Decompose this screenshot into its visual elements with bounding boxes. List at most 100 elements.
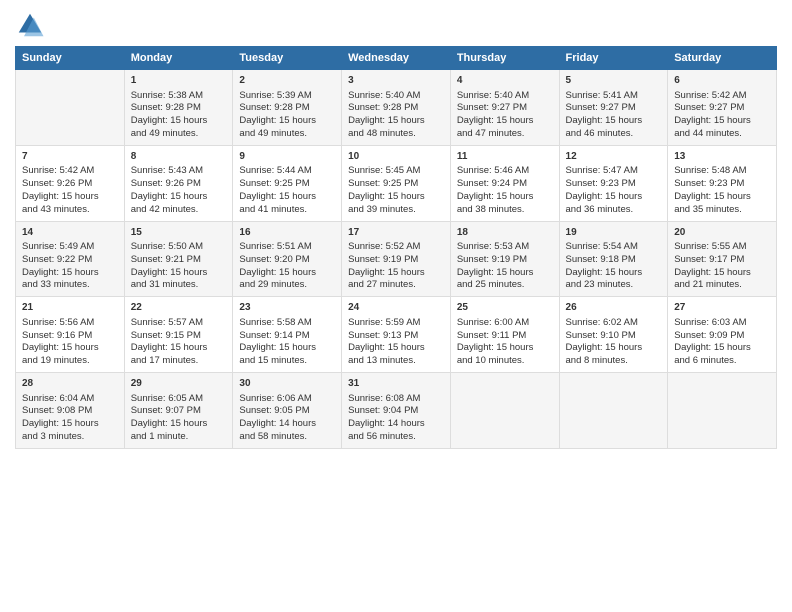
day-info: Sunset: 9:08 PM: [22, 405, 118, 418]
calendar-cell: [16, 70, 125, 146]
day-info: and 46 minutes.: [566, 128, 662, 141]
day-info: Sunrise: 5:42 AM: [674, 90, 770, 103]
calendar-cell: 24Sunrise: 5:59 AMSunset: 9:13 PMDayligh…: [342, 297, 451, 373]
day-info: Sunset: 9:14 PM: [239, 330, 335, 343]
day-info: and 23 minutes.: [566, 279, 662, 292]
logo-icon: [15, 10, 45, 40]
day-info: Daylight: 15 hours: [131, 418, 227, 431]
day-info: Sunset: 9:27 PM: [566, 102, 662, 115]
day-info: Sunrise: 5:58 AM: [239, 317, 335, 330]
day-info: Sunset: 9:26 PM: [22, 178, 118, 191]
day-info: Daylight: 15 hours: [674, 267, 770, 280]
day-info: Sunset: 9:13 PM: [348, 330, 444, 343]
day-info: Daylight: 15 hours: [674, 115, 770, 128]
calendar-cell: [559, 373, 668, 449]
day-info: and 15 minutes.: [239, 355, 335, 368]
day-number: 1: [131, 74, 227, 88]
day-info: and 13 minutes.: [348, 355, 444, 368]
day-number: 7: [22, 150, 118, 164]
day-info: Sunrise: 5:59 AM: [348, 317, 444, 330]
calendar-cell: 21Sunrise: 5:56 AMSunset: 9:16 PMDayligh…: [16, 297, 125, 373]
day-info: and 33 minutes.: [22, 279, 118, 292]
day-info: Daylight: 15 hours: [348, 115, 444, 128]
calendar-cell: [668, 373, 777, 449]
calendar-cell: 28Sunrise: 6:04 AMSunset: 9:08 PMDayligh…: [16, 373, 125, 449]
day-info: and 27 minutes.: [348, 279, 444, 292]
day-info: Daylight: 15 hours: [131, 267, 227, 280]
week-row-4: 21 Sunrise: 5:56 AMSunset: 9:16 PM Dayligh…: [16, 297, 777, 373]
day-info: Sunset: 9:27 PM: [457, 102, 553, 115]
day-info: Sunrise: 5:55 AM: [674, 241, 770, 254]
day-info: Daylight: 15 hours: [348, 267, 444, 280]
day-info: Sunrise: 6:05 AM: [131, 393, 227, 406]
page: SundayMondayTuesdayWednesdayThursdayFrid…: [0, 0, 792, 612]
day-number: 5: [566, 74, 662, 88]
day-number: 12: [566, 150, 662, 164]
day-info: Sunset: 9:10 PM: [566, 330, 662, 343]
week-row-2: 7Sunrise: 5:42 AMSunset: 9:26 PM Daylight…: [16, 145, 777, 221]
day-info: Sunrise: 5:40 AM: [348, 90, 444, 103]
day-info: Sunset: 9:05 PM: [239, 405, 335, 418]
day-info: Daylight: 15 hours: [131, 191, 227, 204]
day-info: Sunset: 9:04 PM: [348, 405, 444, 418]
header-saturday: Saturday: [668, 47, 777, 70]
calendar-cell: 20Sunrise: 5:55 AMSunset: 9:17 PMDayligh…: [668, 221, 777, 297]
day-info: and 3 minutes.: [22, 431, 118, 444]
calendar-cell: 6Sunrise: 5:42 AMSunset: 9:27 PMDaylight…: [668, 70, 777, 146]
day-info: Daylight: 15 hours: [457, 191, 553, 204]
calendar-cell: 8Sunrise: 5:43 AMSunset: 9:26 PMDaylight…: [124, 145, 233, 221]
day-number: 2: [239, 74, 335, 88]
calendar-cell: 7Sunrise: 5:42 AMSunset: 9:26 PMDaylight…: [16, 145, 125, 221]
day-info: Sunset: 9:17 PM: [674, 254, 770, 267]
day-info: Daylight: 15 hours: [239, 191, 335, 204]
day-info: Sunrise: 5:44 AM: [239, 165, 335, 178]
day-info: Daylight: 15 hours: [239, 342, 335, 355]
calendar-table: SundayMondayTuesdayWednesdayThursdayFrid…: [15, 46, 777, 449]
day-number: 6: [674, 74, 770, 88]
day-number: 22: [131, 301, 227, 315]
day-info: Sunrise: 5:52 AM: [348, 241, 444, 254]
day-info: Daylight: 15 hours: [239, 115, 335, 128]
day-info: and 17 minutes.: [131, 355, 227, 368]
day-info: Daylight: 15 hours: [674, 191, 770, 204]
day-info: and 21 minutes.: [674, 279, 770, 292]
day-info: Sunset: 9:23 PM: [566, 178, 662, 191]
day-number: 8: [131, 150, 227, 164]
calendar-cell: 5Sunrise: 5:41 AMSunset: 9:27 PMDaylight…: [559, 70, 668, 146]
logo: [15, 10, 49, 40]
calendar-cell: 3Sunrise: 5:40 AMSunset: 9:28 PMDaylight…: [342, 70, 451, 146]
day-number: 15: [131, 226, 227, 240]
calendar-cell: 19Sunrise: 5:54 AMSunset: 9:18 PMDayligh…: [559, 221, 668, 297]
day-info: Sunrise: 5:42 AM: [22, 165, 118, 178]
day-info: Sunset: 9:07 PM: [131, 405, 227, 418]
day-info: Daylight: 15 hours: [457, 267, 553, 280]
calendar-cell: 25Sunrise: 6:00 AMSunset: 9:11 PMDayligh…: [450, 297, 559, 373]
calendar-cell: 29Sunrise: 6:05 AMSunset: 9:07 PMDayligh…: [124, 373, 233, 449]
calendar-cell: 15Sunrise: 5:50 AMSunset: 9:21 PMDayligh…: [124, 221, 233, 297]
day-number: 18: [457, 226, 553, 240]
day-info: Sunrise: 5:56 AM: [22, 317, 118, 330]
day-info: Sunset: 9:16 PM: [22, 330, 118, 343]
day-number: 20: [674, 226, 770, 240]
day-info: and 58 minutes.: [239, 431, 335, 444]
day-info: and 35 minutes.: [674, 204, 770, 217]
day-info: Sunrise: 6:04 AM: [22, 393, 118, 406]
day-info: and 19 minutes.: [22, 355, 118, 368]
calendar-cell: 13Sunrise: 5:48 AMSunset: 9:23 PMDayligh…: [668, 145, 777, 221]
day-info: Sunrise: 5:54 AM: [566, 241, 662, 254]
week-row-5: 28Sunrise: 6:04 AMSunset: 9:08 PMDayligh…: [16, 373, 777, 449]
day-info: Sunset: 9:19 PM: [348, 254, 444, 267]
day-info: and 25 minutes.: [457, 279, 553, 292]
calendar-cell: 17Sunrise: 5:52 AMSunset: 9:19 PMDayligh…: [342, 221, 451, 297]
day-info: and 29 minutes.: [239, 279, 335, 292]
day-info: Sunrise: 5:49 AM: [22, 241, 118, 254]
day-number: 25: [457, 301, 553, 315]
day-info: Sunset: 9:11 PM: [457, 330, 553, 343]
day-info: Daylight: 15 hours: [566, 191, 662, 204]
day-info: Sunrise: 5:39 AM: [239, 90, 335, 103]
day-info: Sunset: 9:24 PM: [457, 178, 553, 191]
day-number: 4: [457, 74, 553, 88]
day-number: 21: [22, 301, 118, 315]
day-info: Sunrise: 5:38 AM: [131, 90, 227, 103]
day-info: Sunset: 9:25 PM: [348, 178, 444, 191]
